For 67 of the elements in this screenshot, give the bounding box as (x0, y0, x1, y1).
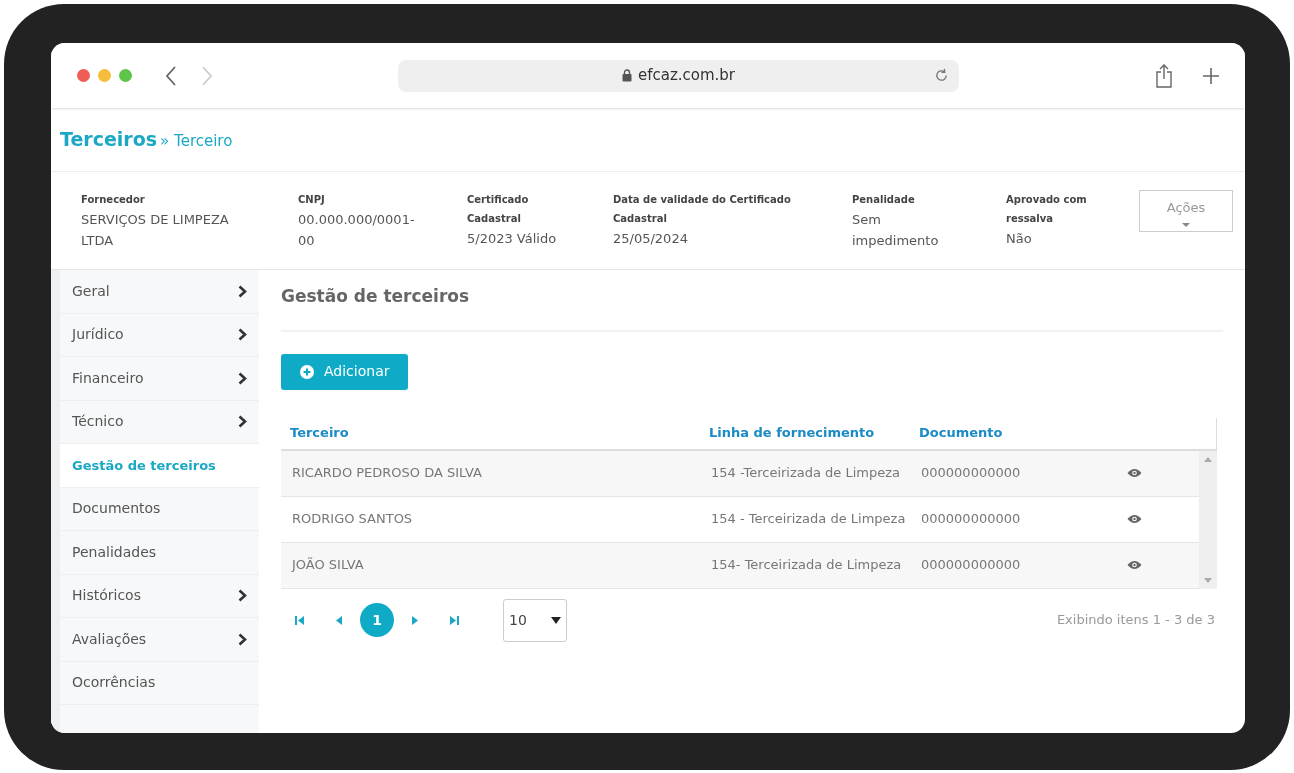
sidebar-item[interactable]: Jurídico (60, 313, 259, 357)
field-label: Fornecedor (81, 193, 146, 207)
view-eye-icon[interactable] (1127, 514, 1142, 524)
minimize-window-icon[interactable] (98, 69, 111, 82)
add-button[interactable]: Adicionar (281, 353, 409, 390)
field-label: Penalidade (852, 193, 916, 207)
table-cell-text: RICARDO PEDROSO DA SILVA (291, 464, 483, 483)
field-label: Certificado Cadastral (467, 193, 530, 226)
scroll-down-icon[interactable] (1204, 577, 1212, 583)
sidebar-item[interactable]: Gestão de terceiros (60, 444, 259, 488)
sidebar-item[interactable]: Penalidades (60, 531, 259, 575)
field-value: Não (1006, 230, 1033, 248)
scroll-up-icon[interactable] (1204, 456, 1212, 462)
field-label: Data de validade do Certificado Cadastral (613, 193, 792, 226)
back-icon[interactable] (165, 65, 177, 86)
actions-dropdown[interactable]: Ações (1139, 190, 1233, 232)
breadcrumb-title[interactable]: Terceiros (60, 125, 158, 154)
table-cell-text: 154 - Terceirizada de Limpeza (710, 510, 907, 529)
view-eye-icon[interactable] (1127, 468, 1142, 478)
field-label: Aprovado com ressalva (1006, 193, 1088, 226)
first-page-icon[interactable] (295, 615, 304, 625)
table-cell-text: 154 -Terceirizada de Limpeza (710, 464, 902, 483)
field-value: SERVIÇOS DE LIMPEZA LTDA (81, 211, 230, 250)
scrollbar[interactable] (1199, 450, 1217, 589)
breadcrumb-current[interactable]: » Terceiro (160, 129, 233, 153)
address-bar[interactable]: efcaz.com.br (398, 59, 959, 92)
page-button[interactable]: 1 (360, 603, 394, 637)
field-value: Sem impedimento (852, 211, 940, 250)
pagination-summary: Exibindo itens 1 - 3 de 3 (1056, 611, 1215, 630)
new-tab-icon[interactable] (1203, 67, 1219, 84)
view-eye-icon[interactable] (1127, 560, 1142, 570)
table-row[interactable]: JOÃO SILVA 154- Terceirizada de Limpeza 000000000000 (281, 542, 1199, 589)
table-cell-text: 000000000000 (920, 464, 1022, 483)
field-value: 5/2023 Válido (467, 230, 558, 248)
page-size-select[interactable]: 10 (503, 598, 567, 642)
table-row[interactable]: RICARDO PEDROSO DA SILVA 154 -Terceirizada de Limpeza 000000000000 (281, 450, 1199, 497)
sidebar-item[interactable]: Geral (60, 270, 259, 314)
table-cell-text: RODRIGO SANTOS (291, 510, 414, 529)
maximize-window-icon[interactable] (119, 69, 132, 82)
field-label: CNPJ (298, 193, 326, 207)
reload-icon[interactable] (934, 68, 949, 83)
lock-icon (621, 69, 632, 82)
column-header[interactable]: Linha de fornecimento (700, 423, 910, 443)
table-cell-text: JOÃO SILVA (290, 556, 365, 575)
table-cell-text: 000000000000 (920, 556, 1022, 575)
field-value: 25/05/2024 (613, 230, 689, 248)
close-window-icon[interactable] (77, 69, 90, 82)
table-cell-text: 000000000000 (920, 510, 1022, 529)
section-title: Gestão de terceiros (281, 284, 1223, 332)
table-cell-text: 154- Terceirizada de Limpeza (710, 556, 903, 575)
forward-icon[interactable] (201, 65, 213, 86)
next-page-icon[interactable] (412, 615, 418, 625)
url-text: efcaz.com.br (637, 65, 736, 87)
sidebar-item[interactable]: Documentos (60, 487, 259, 531)
sidebar-item[interactable]: Financeiro (60, 357, 259, 401)
dropdown-caret-icon (551, 616, 561, 624)
sidebar-item[interactable]: Ocorrências (60, 661, 259, 705)
last-page-icon[interactable] (450, 615, 459, 625)
caret-icon (1182, 223, 1190, 227)
plus-circle-icon (300, 364, 314, 379)
sidebar-item[interactable]: Avaliações (60, 618, 259, 662)
field-value: 00.000.000/0001-00 (298, 211, 416, 250)
sidebar-item[interactable]: Históricos (60, 574, 259, 618)
column-header[interactable]: Documento (910, 423, 1150, 443)
share-icon[interactable] (1155, 63, 1173, 88)
previous-page-icon[interactable] (336, 615, 342, 625)
column-header[interactable]: Terceiro (281, 423, 700, 443)
